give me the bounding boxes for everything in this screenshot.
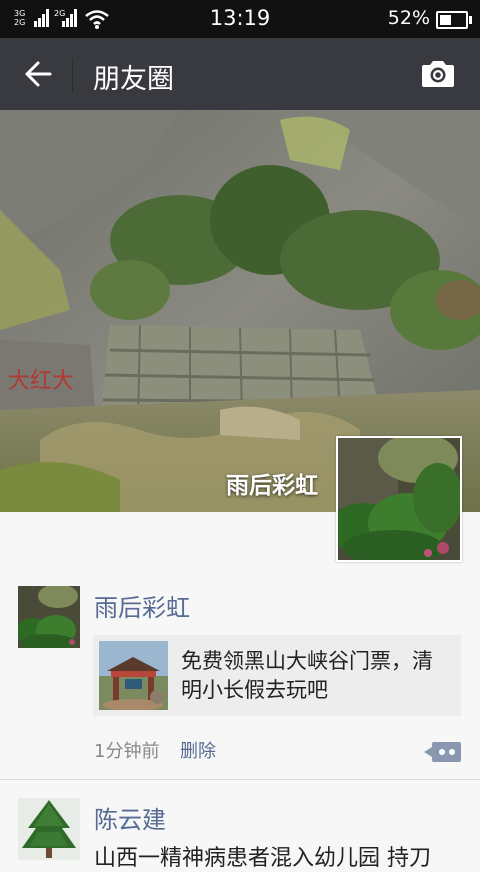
page-title: 朋友圈	[93, 64, 174, 95]
camera-icon[interactable]	[420, 58, 456, 90]
svg-text:大红大: 大红大	[8, 369, 74, 394]
back-arrow-icon[interactable]	[22, 58, 54, 90]
feed-post: 陈云建 山西一精神病患者混入幼儿园 持刀	[0, 780, 480, 871]
share-thumbnail	[99, 641, 168, 710]
post-text: 山西一精神病患者混入幼儿园 持刀	[94, 846, 431, 871]
feed-post: 雨后彩虹 免费领黑山大峡谷门票，清明小长假去玩吧 1分钟前 删除	[0, 512, 480, 780]
nav-divider	[72, 58, 73, 92]
avatar[interactable]	[18, 586, 80, 648]
battery-percent: 52%	[387, 7, 430, 29]
avatar[interactable]	[18, 798, 80, 860]
battery-icon	[436, 11, 472, 29]
share-text: 免费领黑山大峡谷门票，清明小长假去玩吧	[181, 649, 433, 702]
delete-button[interactable]: 删除	[180, 737, 216, 763]
shared-link-card[interactable]: 免费领黑山大峡谷门票，清明小长假去玩吧	[93, 635, 461, 716]
nav-bar: 朋友圈	[0, 38, 480, 110]
post-author[interactable]: 雨后彩虹	[94, 588, 190, 623]
post-time: 1分钟前	[94, 741, 160, 762]
comment-more-icon[interactable]	[424, 742, 461, 762]
post-author[interactable]: 陈云建	[94, 800, 166, 835]
cover-user-name: 雨后彩虹	[226, 473, 318, 499]
status-bar: 3G 2G 2G 13:19 52%	[0, 0, 480, 38]
